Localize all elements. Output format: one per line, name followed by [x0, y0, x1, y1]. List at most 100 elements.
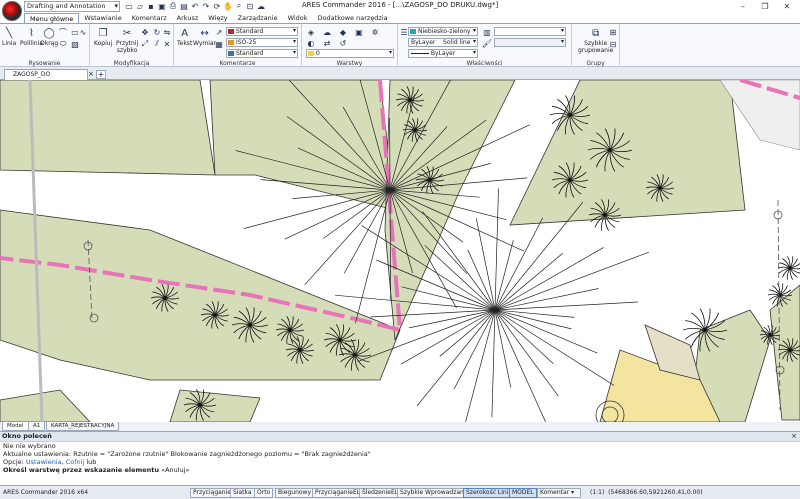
- add-tab-button[interactable]: +: [96, 70, 106, 79]
- pan-icon[interactable]: ✋: [223, 1, 233, 11]
- group-grupy: ⧉ Szybkie grupowanie ⊞ ⊟ Grupy: [572, 24, 620, 68]
- tab-widok[interactable]: Widok: [283, 13, 313, 23]
- tab-komentarz[interactable]: Komentarz: [127, 13, 172, 23]
- wymiar-button[interactable]: ↔ Wymiar: [193, 26, 216, 48]
- layer-lock-icon[interactable]: ▣: [354, 27, 364, 37]
- background-areas: [0, 80, 800, 422]
- dim-style-select[interactable]: ISO-25: [226, 38, 298, 47]
- linetype-select[interactable]: ByLayer Solid line: [408, 38, 478, 47]
- grid-toggle[interactable]: Siatka: [230, 488, 255, 498]
- annotation-scale-select[interactable]: Komentar ▾: [537, 488, 581, 498]
- plot-style-select[interactable]: [494, 27, 566, 36]
- linia-button[interactable]: ╲ Linia: [2, 26, 16, 48]
- przytnij-szybko-button[interactable]: ✂ Przytnij szybko: [116, 26, 138, 55]
- option-cofnij-link[interactable]: Cofnij: [66, 458, 85, 466]
- tab-dodatkowe-narzedzia[interactable]: Dodatkowe narzędzia: [313, 13, 393, 23]
- command-window[interactable]: Nie nie wybrano Aktualne ustawienia: Rzu…: [0, 441, 800, 485]
- erase-icon[interactable]: ✕: [162, 39, 172, 49]
- model-toggle[interactable]: MODEL: [509, 488, 537, 498]
- tab-a1[interactable]: A1: [28, 422, 46, 431]
- tab-menu-glowne[interactable]: Menu główne: [24, 13, 80, 23]
- move-icon[interactable]: ✥: [140, 27, 150, 37]
- drawing-canvas[interactable]: [0, 80, 800, 422]
- command-close-icon[interactable]: ×: [791, 432, 797, 441]
- transparency-slider[interactable]: [494, 38, 566, 47]
- layer-isolate-icon[interactable]: ◆: [338, 27, 348, 37]
- layer-manager-icon[interactable]: ◈: [306, 27, 316, 37]
- etrack-toggle[interactable]: ŚledzenieEL: [359, 488, 402, 498]
- tab-arkusz[interactable]: Arkusz: [172, 13, 204, 23]
- group-komentarze: A Tekst ↔ Wymiar ↗ ▦ Standard ISO-25 Sta…: [174, 24, 302, 68]
- layout-tabs: Model A1 KARTA_REJESTRACYJNA: [0, 422, 800, 431]
- workspace-select[interactable]: Drafting and Annotation: [24, 1, 120, 12]
- snap-toggle[interactable]: Przyciąganie: [190, 488, 234, 498]
- circle-icon: ◯: [43, 27, 55, 39]
- zoom-window-icon[interactable]: ⊡: [245, 1, 255, 11]
- kopiuj-button[interactable]: ❐ Kopiuj: [94, 26, 112, 48]
- save-icon[interactable]: ▪: [146, 1, 156, 11]
- match-properties-icon[interactable]: 🖌: [482, 38, 492, 48]
- polar-toggle[interactable]: Biegunowy: [275, 488, 315, 498]
- lightbulb-icon: [308, 51, 314, 56]
- ortho-toggle[interactable]: Orto: [254, 488, 274, 498]
- maximize-button[interactable]: ❐: [754, 0, 776, 12]
- command-prompt[interactable]: Określ warstwę przez wskazanie elementu …: [3, 466, 800, 474]
- lineweight-toggle[interactable]: Szerokość Linii: [463, 488, 514, 498]
- ares-logo-icon[interactable]: [2, 1, 22, 21]
- tab-zarzadzanie[interactable]: Zarządzanie: [233, 13, 283, 23]
- print-preview-icon[interactable]: ▤: [179, 1, 189, 11]
- layer-match-icon[interactable]: ⇄: [322, 38, 332, 48]
- option-ustawienia-link[interactable]: Ustawienia: [26, 458, 62, 466]
- group-warstwy: ◈ ☁ ◆ ▣ ✲ ◐ ⇄ ↺ 0 Warstwy: [302, 24, 398, 68]
- tab-wiezy[interactable]: Więzy: [203, 13, 232, 23]
- minimize-button[interactable]: –: [732, 0, 754, 12]
- drawing-svg[interactable]: [0, 80, 800, 422]
- tab-model[interactable]: Model: [2, 422, 29, 431]
- esnap-toggle[interactable]: PrzyciąganieEL: [312, 488, 364, 498]
- table-icon[interactable]: ▦: [214, 39, 224, 49]
- group-edit-icon[interactable]: ⊟: [608, 39, 618, 49]
- layer-select[interactable]: 0: [306, 49, 394, 58]
- leader-icon[interactable]: ↗: [214, 27, 224, 37]
- table-style-select[interactable]: Standard: [226, 49, 298, 58]
- layer-previous-icon[interactable]: ↺: [338, 38, 348, 48]
- text-style-select[interactable]: Standard: [226, 27, 298, 36]
- document-tab[interactable]: ZAGOSP_DO DRUKU.dwg*: [4, 69, 88, 88]
- rebuild-icon[interactable]: ⟳: [212, 1, 222, 11]
- cloud-icon[interactable]: ☁: [256, 1, 266, 11]
- ellipse-icon[interactable]: ⬭: [58, 39, 68, 49]
- offset-icon[interactable]: ⫽: [152, 39, 162, 49]
- lineweight-select[interactable]: ByLayer: [408, 49, 478, 58]
- group-modyfikacja: ❐ Kopiuj ✂ Przytnij szybko ✥ ↻ ⇋ ⤢ ⫽ ✕ M…: [90, 24, 174, 68]
- trim-icon: ✂: [122, 27, 132, 39]
- color-select[interactable]: Niebiesko-zielony: [408, 27, 478, 36]
- tekst-button[interactable]: A Tekst: [177, 26, 192, 48]
- close-tab-icon[interactable]: ×: [88, 70, 94, 78]
- layer-off-icon[interactable]: ◐: [306, 38, 316, 48]
- scale-icon[interactable]: ⤢: [140, 39, 150, 49]
- undo-icon[interactable]: ↶: [190, 1, 200, 11]
- transparency-icon[interactable]: ▥: [482, 27, 492, 37]
- cursor-coordinates: (1:1) (5468366.60,5921260.41,0.00): [590, 489, 703, 496]
- zoom-icon[interactable]: ⌕: [234, 1, 244, 11]
- layer-freeze-icon[interactable]: ✲: [370, 27, 380, 37]
- tab-wstawianie[interactable]: Wstawianie: [79, 13, 126, 23]
- new-icon[interactable]: ▭: [124, 1, 134, 11]
- arc-icon[interactable]: ⌒: [58, 27, 68, 37]
- save-as-icon[interactable]: ▣: [157, 1, 167, 11]
- ungroup-icon[interactable]: ⊞: [608, 27, 618, 37]
- hatch-icon[interactable]: ▨: [70, 39, 80, 49]
- okrag-button[interactable]: ◯ Okrąg: [40, 26, 58, 48]
- tab-karta-rejestracyjna[interactable]: KARTA_REJESTRACYJNA: [46, 422, 120, 431]
- close-button[interactable]: ✕: [776, 0, 798, 12]
- redo-icon[interactable]: ↷: [201, 1, 211, 11]
- print-icon[interactable]: ⎙: [168, 1, 178, 11]
- rotate-icon[interactable]: ↻: [152, 27, 162, 37]
- spline-icon[interactable]: ∿: [78, 27, 88, 37]
- quick-input-toggle[interactable]: Szybkie Wprowadzanie: [397, 488, 473, 498]
- line-icon: ╲: [6, 27, 13, 39]
- document-tabs: ZAGOSP_DO DRUKU.dwg* × +: [0, 67, 800, 88]
- mirror-icon[interactable]: ⇋: [162, 27, 172, 37]
- open-icon[interactable]: ▱: [135, 1, 145, 11]
- layer-state-icon[interactable]: ☁: [322, 27, 332, 37]
